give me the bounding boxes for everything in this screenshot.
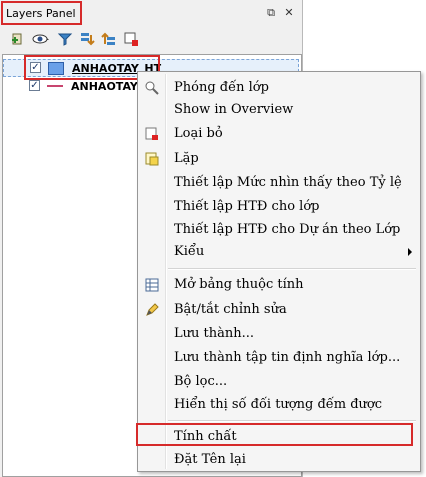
layers-toolbar xyxy=(0,26,302,52)
menu-item-styles[interactable]: Kiểu xyxy=(140,241,418,263)
submenu-arrow-icon xyxy=(408,248,412,256)
menu-item-save-layer-definition[interactable]: Lưu thành tập tin định nghĩa lớp... xyxy=(140,347,418,369)
expand-all-icon[interactable] xyxy=(78,30,96,48)
layer-name: ANHAOTAY_ xyxy=(71,80,144,93)
properties-highlight-box xyxy=(136,423,413,446)
menu-separator xyxy=(168,268,416,270)
float-panel-icon[interactable]: ⧉ xyxy=(264,6,278,20)
menu-item-duplicate[interactable]: Lặp xyxy=(140,148,418,170)
pencil-icon xyxy=(144,302,160,318)
attribute-table-icon xyxy=(144,277,160,293)
menu-item-open-attribute-table[interactable]: Mở bảng thuộc tính xyxy=(140,274,418,296)
menu-item-set-project-crs[interactable]: Thiết lập HTĐ cho Dự án theo Lớp xyxy=(140,219,418,241)
menu-item-set-layer-crs[interactable]: Thiết lập HTĐ cho lớp xyxy=(140,196,418,218)
filter-icon[interactable] xyxy=(56,30,74,48)
remove-icon xyxy=(144,126,160,142)
menu-item-toggle-editing[interactable]: Bật/tắt chỉnh sửa xyxy=(140,299,418,321)
menu-item-filter[interactable]: Bộ lọc... xyxy=(140,371,418,393)
menu-item-zoom-to-layer[interactable]: Phóng đến lớp xyxy=(140,77,418,99)
title-highlight-box xyxy=(1,1,82,25)
menu-item-remove[interactable]: Loại bỏ xyxy=(140,123,418,145)
visibility-eye-icon[interactable] xyxy=(32,30,50,48)
remove-layer-icon[interactable] xyxy=(122,30,140,48)
duplicate-icon xyxy=(144,151,160,167)
menu-item-show-in-overview[interactable]: Show in Overview xyxy=(140,99,418,121)
menu-item-rename[interactable]: Đặt Tên lại xyxy=(140,449,418,471)
menu-item-show-feature-count[interactable]: Hiển thị số đối tượng đếm được xyxy=(140,394,418,416)
menu-item-save-as[interactable]: Lưu thành... xyxy=(140,323,418,345)
zoom-to-layer-icon xyxy=(144,80,160,96)
close-panel-icon[interactable]: ✕ xyxy=(282,6,296,20)
add-group-icon[interactable] xyxy=(8,30,26,48)
menu-item-scale-visibility[interactable]: Thiết lập Mức nhìn thấy theo Tỷ lệ xyxy=(140,172,418,194)
line-symbol-icon xyxy=(47,85,63,87)
collapse-all-icon[interactable] xyxy=(100,30,118,48)
layer-visibility-checkbox[interactable]: ✓ xyxy=(29,80,40,91)
menu-separator xyxy=(168,420,416,422)
layer-context-menu: Phóng đến lớp Show in Overview Loại bỏ L… xyxy=(137,71,421,472)
